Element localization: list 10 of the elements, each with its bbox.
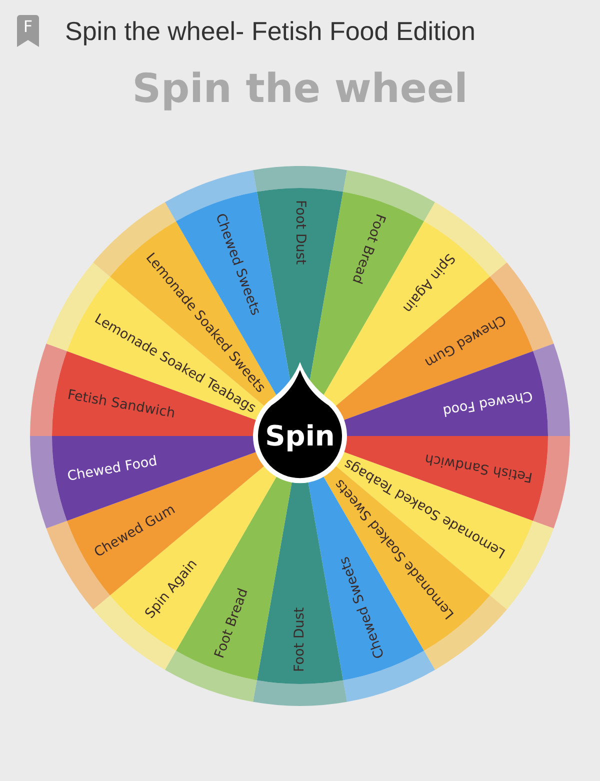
segment-label: Chewed Food <box>442 387 534 419</box>
segment-label: Chewed Food <box>66 453 158 485</box>
segment-label: Fetish Sandwich <box>424 450 534 486</box>
wheel-heading: Spin the wheel <box>131 65 469 114</box>
segment-label: Foot Dust <box>292 200 308 265</box>
segment-label: Foot Bread <box>211 586 252 660</box>
segment-label: Foot Bread <box>348 212 389 286</box>
segment-label: Fetish Sandwich <box>66 386 176 422</box>
page-title: Spin the wheel- Fetish Food Edition <box>65 16 476 46</box>
segment-label: Foot Dust <box>292 607 308 672</box>
